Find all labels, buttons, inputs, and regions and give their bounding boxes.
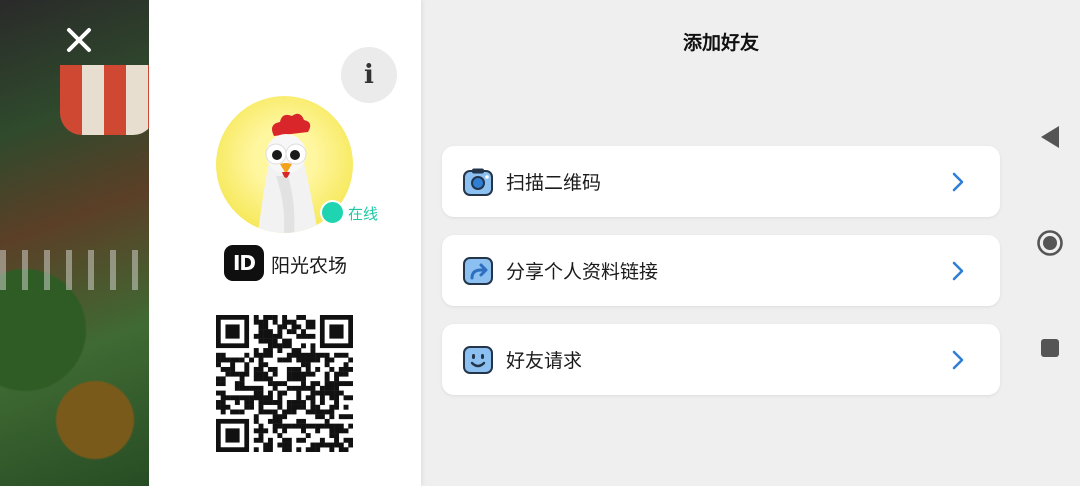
chevron-right-icon [946, 259, 970, 283]
close-button[interactable] [61, 22, 97, 58]
back-triangle-icon [1041, 126, 1059, 148]
id-badge: ID [224, 245, 264, 281]
close-icon [67, 28, 91, 52]
nav-home-button[interactable] [1036, 229, 1064, 257]
page-title: 添加好友 [682, 32, 759, 54]
friend-face-icon [463, 345, 493, 375]
profile-panel: i 在线 ID 阳光农场 [149, 0, 421, 486]
chevron-right-icon [946, 170, 970, 194]
share-profile-link-label: 分享个人资料链接 [506, 261, 659, 283]
scan-qr-label: 扫描二维码 [506, 172, 602, 194]
friend-requests-label: 好友请求 [506, 350, 583, 372]
shop-awning [60, 65, 155, 135]
nav-back-button[interactable] [1036, 123, 1064, 151]
share-profile-link-button[interactable]: 分享个人资料链接 [442, 235, 1000, 306]
online-status-label: 在线 [348, 205, 379, 223]
info-button[interactable]: i [341, 47, 397, 103]
recents-square-icon [1041, 339, 1059, 357]
nav-recents-button[interactable] [1036, 334, 1064, 362]
qr-code [216, 315, 354, 453]
game-background [0, 0, 155, 486]
info-icon: i [364, 60, 374, 90]
scan-qr-button[interactable]: 扫描二维码 [442, 146, 1000, 217]
username: 阳光农场 [271, 255, 348, 277]
online-status-dot [320, 200, 345, 225]
qr-code-image [216, 315, 354, 453]
friend-requests-button[interactable]: 好友请求 [442, 324, 1000, 395]
chevron-right-icon [946, 348, 970, 372]
farm-fence [0, 250, 150, 290]
camera-icon [463, 167, 493, 197]
home-circle-icon [1037, 230, 1063, 256]
share-icon [463, 256, 493, 286]
